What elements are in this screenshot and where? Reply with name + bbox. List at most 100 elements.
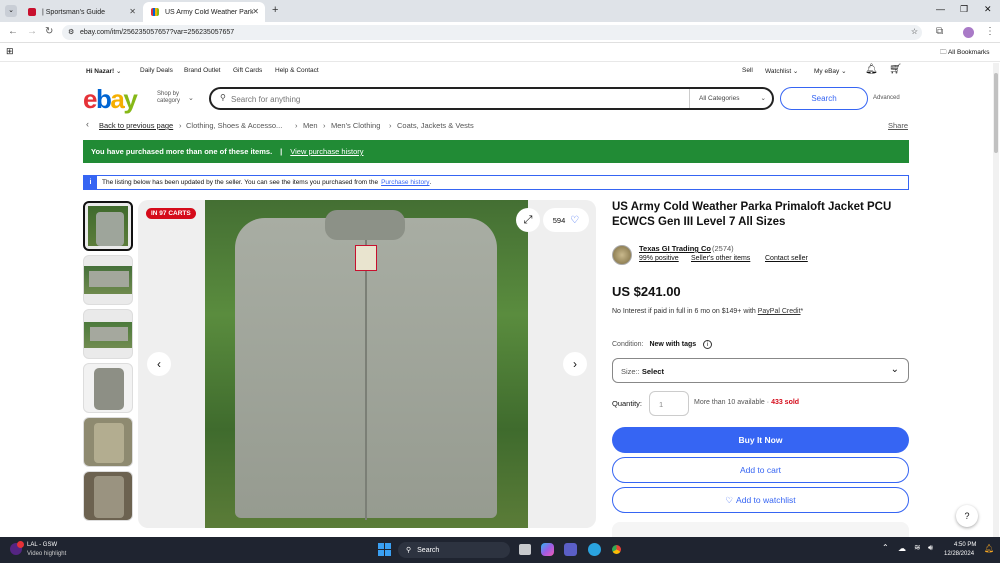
url-field[interactable]: ⚙ ebay.com/itm/256235057657?var=25623505… [62,25,922,40]
close-tab-icon[interactable]: ✕ [252,7,259,16]
parka-thumb-image [84,266,132,294]
seller-positive-link[interactable]: 99% positive [639,255,679,262]
page-scrollbar[interactable] [993,63,999,537]
nav-watchlist[interactable]: Watchlist ⌄ [765,67,798,75]
apps-grid-icon[interactable]: ⊞ [6,46,14,57]
info-circle-icon[interactable]: i [703,340,713,349]
onedrive-icon[interactable]: ☁ [898,544,906,553]
cart-icon[interactable]: 🛒︎ [889,64,902,75]
back-arrow-icon[interactable]: ‹ [86,119,89,129]
telegram-icon[interactable] [588,543,601,556]
notification-bell-icon[interactable]: 🔔︎ [984,544,994,553]
search-icon: ⚲ [406,547,412,554]
nav-daily-deals[interactable]: Daily Deals [140,67,173,74]
back-arrow-icon[interactable]: ← [8,26,18,37]
add-to-watchlist-button[interactable]: ♡ Add to watchlist [612,487,909,513]
chevron-right-icon: › [323,121,326,130]
tab-list-dropdown[interactable]: ⌄ [5,5,17,17]
info-icon: i [84,176,97,189]
parka-thumb-image [84,418,132,466]
contact-seller-link[interactable]: Contact seller [765,255,808,262]
task-view-icon[interactable] [519,544,531,555]
wifi-icon[interactable]: ≋ [914,543,921,552]
size-select[interactable]: Size:: Select ⌄ [612,358,909,383]
widget-title[interactable]: LAL - GSW [27,542,57,548]
seller-other-items-link[interactable]: Seller's other items [691,255,750,262]
close-tab-icon[interactable]: ✕ [129,7,136,16]
teams-icon[interactable] [564,543,577,556]
thumbnail-1[interactable] [83,201,133,251]
shop-by-category[interactable]: Shop by category [157,91,187,105]
advanced-search-link[interactable]: Advanced [873,95,900,101]
forward-arrow-icon[interactable]: → [27,26,37,37]
thumbnail-2[interactable] [83,255,133,305]
add-to-cart-button[interactable]: Add to cart [612,457,909,483]
thumbnail-5[interactable] [83,417,133,467]
windows-start-icon[interactable] [378,543,391,556]
chevron-down-icon: ⌄ [890,364,899,375]
widget-subtitle: Video highlight [27,551,67,557]
quantity-input[interactable]: 1 [649,391,689,416]
nav-help-contact[interactable]: Help & Contact [275,67,319,74]
search-button[interactable]: Search [780,87,868,110]
extensions-icon[interactable]: ⧉ [936,26,943,37]
help-button[interactable]: ? [956,505,978,527]
purchase-history-link[interactable]: Purchase history [381,179,429,186]
ebay-logo[interactable]: ebay [83,84,138,115]
thumbnail-4[interactable] [83,363,133,413]
seller-avatar[interactable] [612,245,632,265]
taskbar-search[interactable]: ⚲ Search [398,542,510,558]
breadcrumb-item[interactable]: Coats, Jackets & Vests [397,121,474,130]
heart-icon: ♡ [725,494,734,505]
share-link[interactable]: Share [888,121,908,130]
chrome-icon[interactable] [610,543,623,556]
watch-count-button[interactable]: 594 ♡ [543,208,589,232]
nav-sell[interactable]: Sell [742,67,753,74]
next-image-button[interactable]: › [563,352,587,376]
news-badge [17,541,24,548]
scrollbar-thumb[interactable] [994,73,998,153]
volume-icon[interactable]: 🔊︎ [928,543,933,553]
breadcrumb-item[interactable]: Clothing, Shoes & Accesso... [186,121,282,130]
tray-chevron-up-icon[interactable]: ⌃ [882,543,889,552]
expand-button[interactable]: ⤢ [516,208,540,232]
parka-main-image[interactable] [205,200,528,528]
copilot-icon[interactable] [541,543,554,556]
buy-it-now-button[interactable]: Buy It Now [612,427,909,453]
breadcrumb-item[interactable]: Men's Clothing [331,121,380,130]
restore-icon[interactable]: ❐ [960,4,968,15]
breadcrumb-item[interactable]: Men [303,121,318,130]
greeting[interactable]: Hi Nazar! ⌄ [86,67,121,75]
clock-date[interactable]: 12/28/2024 [944,551,974,557]
bookmark-star-icon[interactable]: ☆ [911,27,918,36]
ebay-favicon-icon [151,8,159,16]
all-bookmarks[interactable]: 🗀 All Bookmarks [940,48,990,59]
sportsmans-favicon-icon [28,8,36,16]
thumbnail-3[interactable] [83,309,133,359]
tab-ebay-item[interactable]: US Army Cold Weather Parka P ✕ [143,2,265,22]
minimize-icon[interactable]: — [936,4,945,14]
logo-letter-y: y [123,84,137,114]
menu-kebab-icon[interactable]: ⋮ [985,26,995,37]
info-banner: i The listing below has been updated by … [83,175,909,190]
thumbnail-6[interactable] [83,471,133,521]
new-tab-button[interactable]: + [272,4,278,16]
close-window-icon[interactable]: ✕ [984,4,992,15]
tab-sportsmans-guide[interactable]: | Sportsman's Guide ✕ [20,2,142,22]
nav-brand-outlet[interactable]: Brand Outlet [184,67,221,74]
reload-icon[interactable]: ↻ [45,26,53,37]
browser-tab-bar: ⌄ | Sportsman's Guide ✕ US Army Cold Wea… [0,0,1000,22]
previous-image-button[interactable]: ‹ [147,352,171,376]
nav-gift-cards[interactable]: Gift Cards [233,67,262,74]
clock-time[interactable]: 4:50 PM [954,542,976,548]
search-input[interactable] [231,92,681,106]
paypal-credit-link[interactable]: PayPal Credit [758,308,801,315]
nav-my-ebay[interactable]: My eBay ⌄ [814,67,847,75]
back-to-previous-link[interactable]: Back to previous page [99,121,173,130]
notification-bell-icon[interactable]: 🔔︎ [865,64,878,75]
seller-name-link[interactable]: Texas GI Trading Co [639,244,711,253]
view-purchase-history-link[interactable]: View purchase history [290,147,363,156]
category-select[interactable]: All Categories ⌄ [689,89,772,108]
site-info-icon[interactable]: ⚙ [68,28,74,36]
profile-avatar[interactable] [963,27,974,38]
